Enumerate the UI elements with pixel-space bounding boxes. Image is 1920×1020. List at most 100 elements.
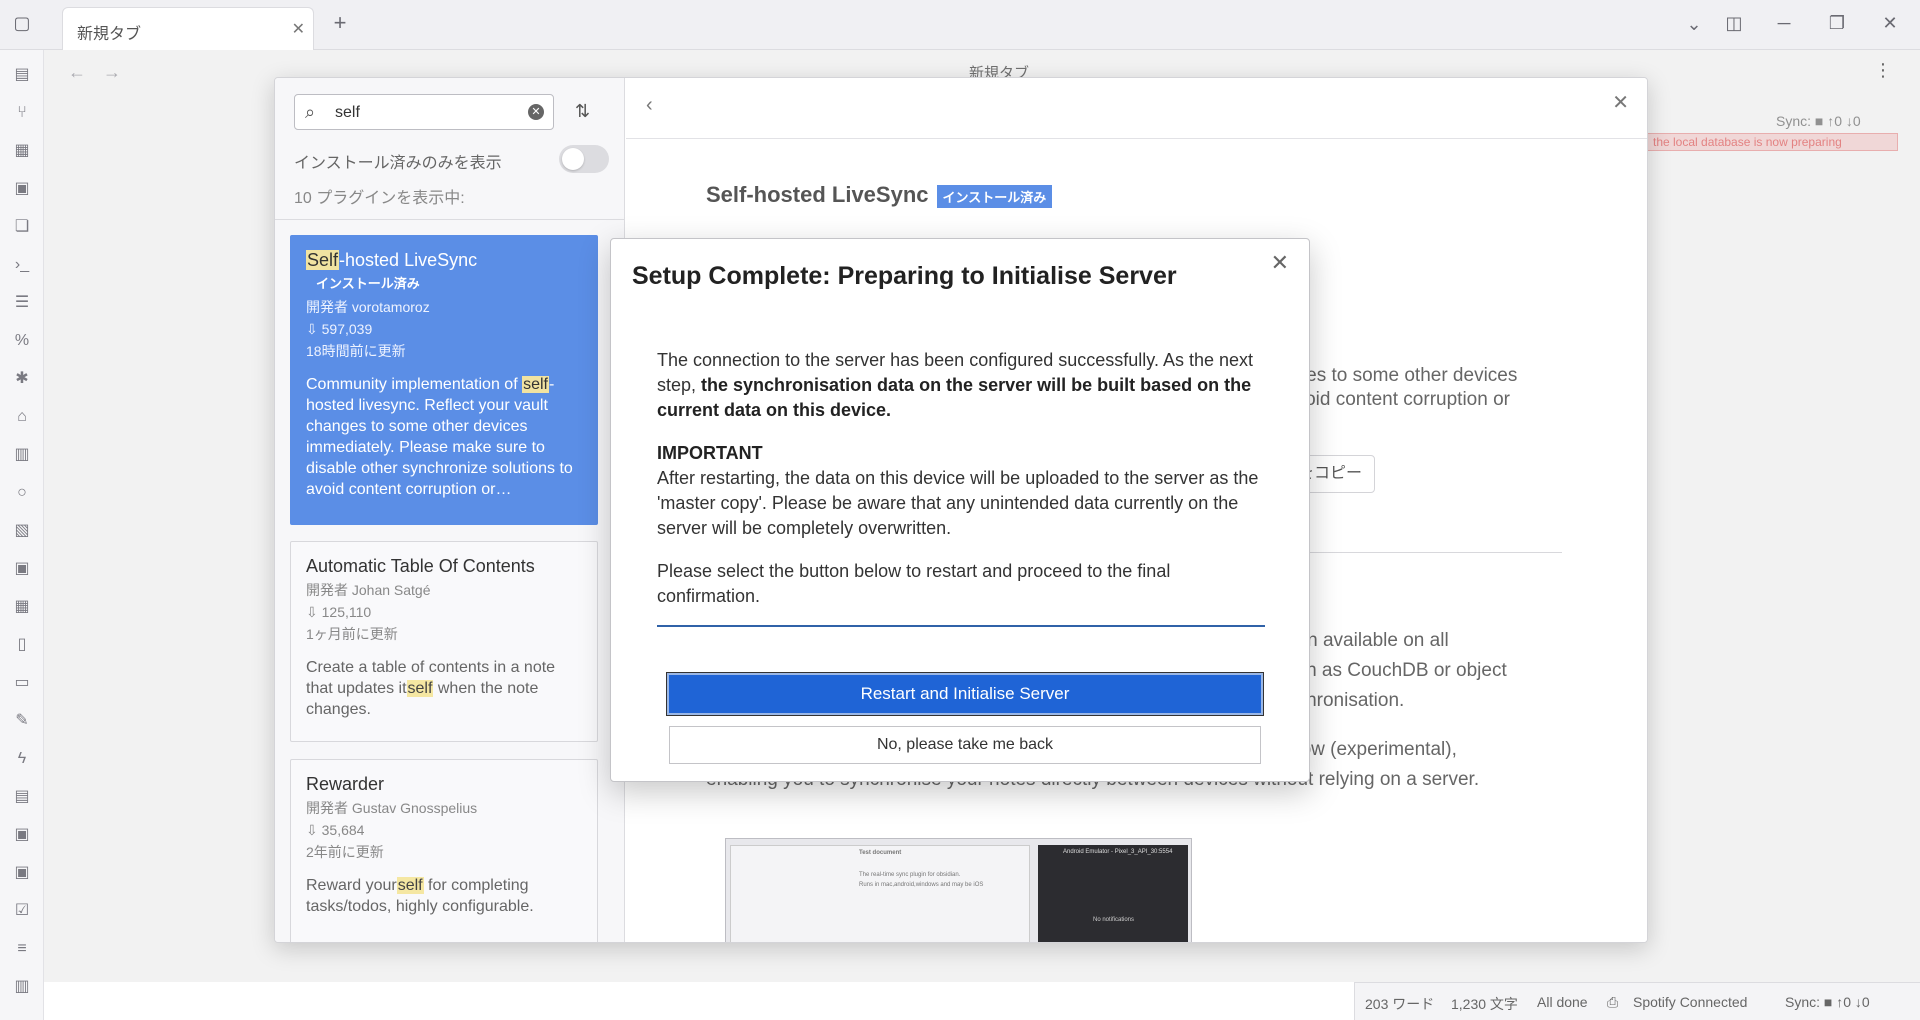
graph-icon[interactable]: ⑂ <box>11 102 33 124</box>
plugin-author: 開発者 Gustav Gnosspelius <box>306 800 478 816</box>
installed-only-toggle[interactable] <box>559 145 609 173</box>
sort-icon[interactable]: ⇅ <box>575 101 590 122</box>
go-back-button[interactable]: No, please take me back <box>669 726 1261 764</box>
dialog-close-icon[interactable]: ✕ <box>1271 250 1289 276</box>
screenshot-editor: Test document The real-time sync plugin … <box>730 845 1030 942</box>
status-text: All done <box>1537 994 1588 1010</box>
spotify-status[interactable]: Spotify Connected <box>1633 994 1747 1010</box>
window-close-icon[interactable]: ✕ <box>1879 13 1901 35</box>
plugin-downloads: ⇩ 597,039 <box>306 321 373 337</box>
tab-list-chevron-icon[interactable]: ⌄ <box>1683 14 1705 36</box>
table-icon[interactable]: ▦ <box>11 596 33 618</box>
plugin-card-self-hosted-livesync[interactable]: Self-hosted LiveSync インストール済み 開発者 vorota… <box>290 235 598 525</box>
tab-new-tab[interactable]: 新規タブ ✕ <box>62 7 314 50</box>
dialog-paragraph: The connection to the server has been co… <box>657 350 1254 420</box>
lightning-icon[interactable]: ϟ <box>11 748 33 770</box>
installed-only-label: インストール済みのみを表示 <box>294 155 502 172</box>
clipboard-icon[interactable]: ▤ <box>11 786 33 808</box>
clear-search-icon[interactable]: ✕ <box>528 104 544 120</box>
back-chevron-icon[interactable]: ‹ <box>646 94 653 117</box>
detail-text-line: g-in available on all <box>1286 630 1449 651</box>
sync-status-bottom[interactable]: Sync: ■ ↑0 ↓0 <box>1785 994 1870 1010</box>
installed-badge: インストール済み <box>316 276 420 291</box>
plugin-name: Automatic Table Of Contents <box>306 556 535 576</box>
detail-text-line: uch as CouchDB or object <box>1286 660 1507 681</box>
search-ribbon-icon[interactable]: ○ <box>11 482 33 504</box>
search-input[interactable] <box>335 104 515 122</box>
grid-icon[interactable]: ▦ <box>11 140 33 162</box>
plugin-card-rewarder[interactable]: Rewarder 開発者 Gustav Gnosspelius ⇩ 35,684… <box>290 759 598 942</box>
detail-text-line: nges to some other devices <box>1285 365 1518 386</box>
copy-icon[interactable]: ❏ <box>11 216 33 238</box>
list-icon[interactable]: ☰ <box>11 292 33 314</box>
plugin-name: Self-hosted LiveSync <box>306 250 478 270</box>
lightbulb-icon[interactable]: ✱ <box>11 368 33 390</box>
plugin-updated: 2年前に更新 <box>306 844 384 860</box>
columns-icon[interactable]: ▥ <box>11 976 33 998</box>
code-percent-icon[interactable]: % <box>11 330 33 352</box>
plugin-count-label: 10 プラグインを表示中: <box>294 190 465 207</box>
dialog-paragraph: Please select the button below to restar… <box>657 561 1171 606</box>
plugin-author: 開発者 Johan Satgé <box>306 582 431 598</box>
restore-icon[interactable]: ❐ <box>1826 13 1848 35</box>
plugin-description: Community implementation of self-hosted … <box>306 376 573 498</box>
word-count: 203 ワード <box>1365 996 1435 1012</box>
status-bar: 203 ワード 1,230 文字 All done ⎙ Spotify Conn… <box>1354 982 1920 1020</box>
bullet-list-icon[interactable]: ≡ <box>11 938 33 960</box>
installed-badge: インストール済み <box>936 184 1053 208</box>
char-count: 1,230 文字 <box>1451 996 1518 1012</box>
plugin-author: 開発者 vorotamoroz <box>306 299 430 315</box>
divider <box>275 219 625 220</box>
calendar-icon[interactable]: ▣ <box>11 178 33 200</box>
calendar-3-icon[interactable]: ▣ <box>11 824 33 846</box>
close-icon[interactable]: ✕ <box>1612 90 1629 115</box>
calendar-2-icon[interactable]: ▣ <box>11 558 33 580</box>
document-icon[interactable]: ▥ <box>11 444 33 466</box>
dialog-title: Setup Complete: Preparing to Initialise … <box>632 262 1177 290</box>
tab-close-icon[interactable]: ✕ <box>292 19 305 39</box>
screenshot-emulator: Android Emulator - Pixel_3_API_30:5554 N… <box>1038 845 1188 942</box>
search-icon: ⌕ <box>305 102 316 122</box>
dialog-body: The connection to the server has been co… <box>657 348 1271 627</box>
tab-title: 新規タブ <box>77 26 142 43</box>
kanban-icon[interactable]: ▧ <box>11 520 33 542</box>
plugin-list-pane: ⌕ ✕ ⇅ インストール済みのみを表示 10 プラグインを表示中: Self-h… <box>275 78 625 942</box>
page-icon[interactable]: ▭ <box>11 672 33 694</box>
toggle-knob <box>562 148 584 170</box>
divider <box>626 138 1647 139</box>
right-sidebar-toggle-icon[interactable]: ◫ <box>1723 13 1745 35</box>
book-icon[interactable]: ▯ <box>11 634 33 656</box>
calendar-4-icon[interactable]: ▣ <box>11 862 33 884</box>
plugin-updated: 18時間前に更新 <box>306 343 406 359</box>
restart-initialise-button[interactable]: Restart and Initialise Server <box>666 672 1264 716</box>
plugin-detail-title: Self-hosted LiveSync インストール済み <box>706 182 1053 208</box>
home-icon[interactable]: ⌂ <box>11 406 33 428</box>
printer-icon[interactable]: ⎙ <box>1607 994 1618 1011</box>
detail-text-line: now (experimental), <box>1290 739 1457 760</box>
left-ribbon: ▤ ⑂ ▦ ▣ ❏ ›_ ☰ % ✱ ⌂ ▥ ○ ▧ ▣ ▦ ▯ ▭ ✎ ϟ ▤… <box>0 50 44 1020</box>
plugin-description: Reward yourself for completing tasks/tod… <box>306 877 534 915</box>
download-icon: ⇩ <box>306 604 322 620</box>
plugin-card-automatic-toc[interactable]: Automatic Table Of Contents 開発者 Johan Sa… <box>290 541 598 742</box>
title-bar: ▢ 新規タブ ✕ + ⌄ ◫ ─ ❐ ✕ <box>0 0 1920 50</box>
plugin-description: Create a table of contents in a note tha… <box>306 659 556 718</box>
sidebar-toggle-icon[interactable]: ▢ <box>11 13 33 35</box>
plugin-screenshot-image: Test document The real-time sync plugin … <box>725 838 1192 942</box>
plugin-downloads: ⇩ 35,684 <box>306 822 365 838</box>
search-box[interactable]: ⌕ ✕ <box>294 94 554 130</box>
download-icon: ⇩ <box>306 321 322 337</box>
minimize-icon[interactable]: ─ <box>1773 13 1795 35</box>
setup-complete-dialog: Setup Complete: Preparing to Initialise … <box>610 238 1310 782</box>
plugin-downloads: ⇩ 125,110 <box>306 604 372 620</box>
important-heading: IMPORTANT <box>657 443 763 463</box>
plugin-name: Rewarder <box>306 774 385 794</box>
pen-icon[interactable]: ✎ <box>11 710 33 732</box>
checkbox-icon[interactable]: ☑ <box>11 900 33 922</box>
detail-text-line: avoid content corruption or <box>1285 389 1510 410</box>
download-icon: ⇩ <box>306 822 322 838</box>
plugin-updated: 1ヶ月前に更新 <box>306 626 398 642</box>
new-tab-button[interactable]: + <box>329 12 351 35</box>
dialog-paragraph: IMPORTANT After restarting, the data on t… <box>657 443 1259 538</box>
divider <box>657 625 1265 627</box>
terminal-icon[interactable]: ›_ <box>11 254 33 276</box>
